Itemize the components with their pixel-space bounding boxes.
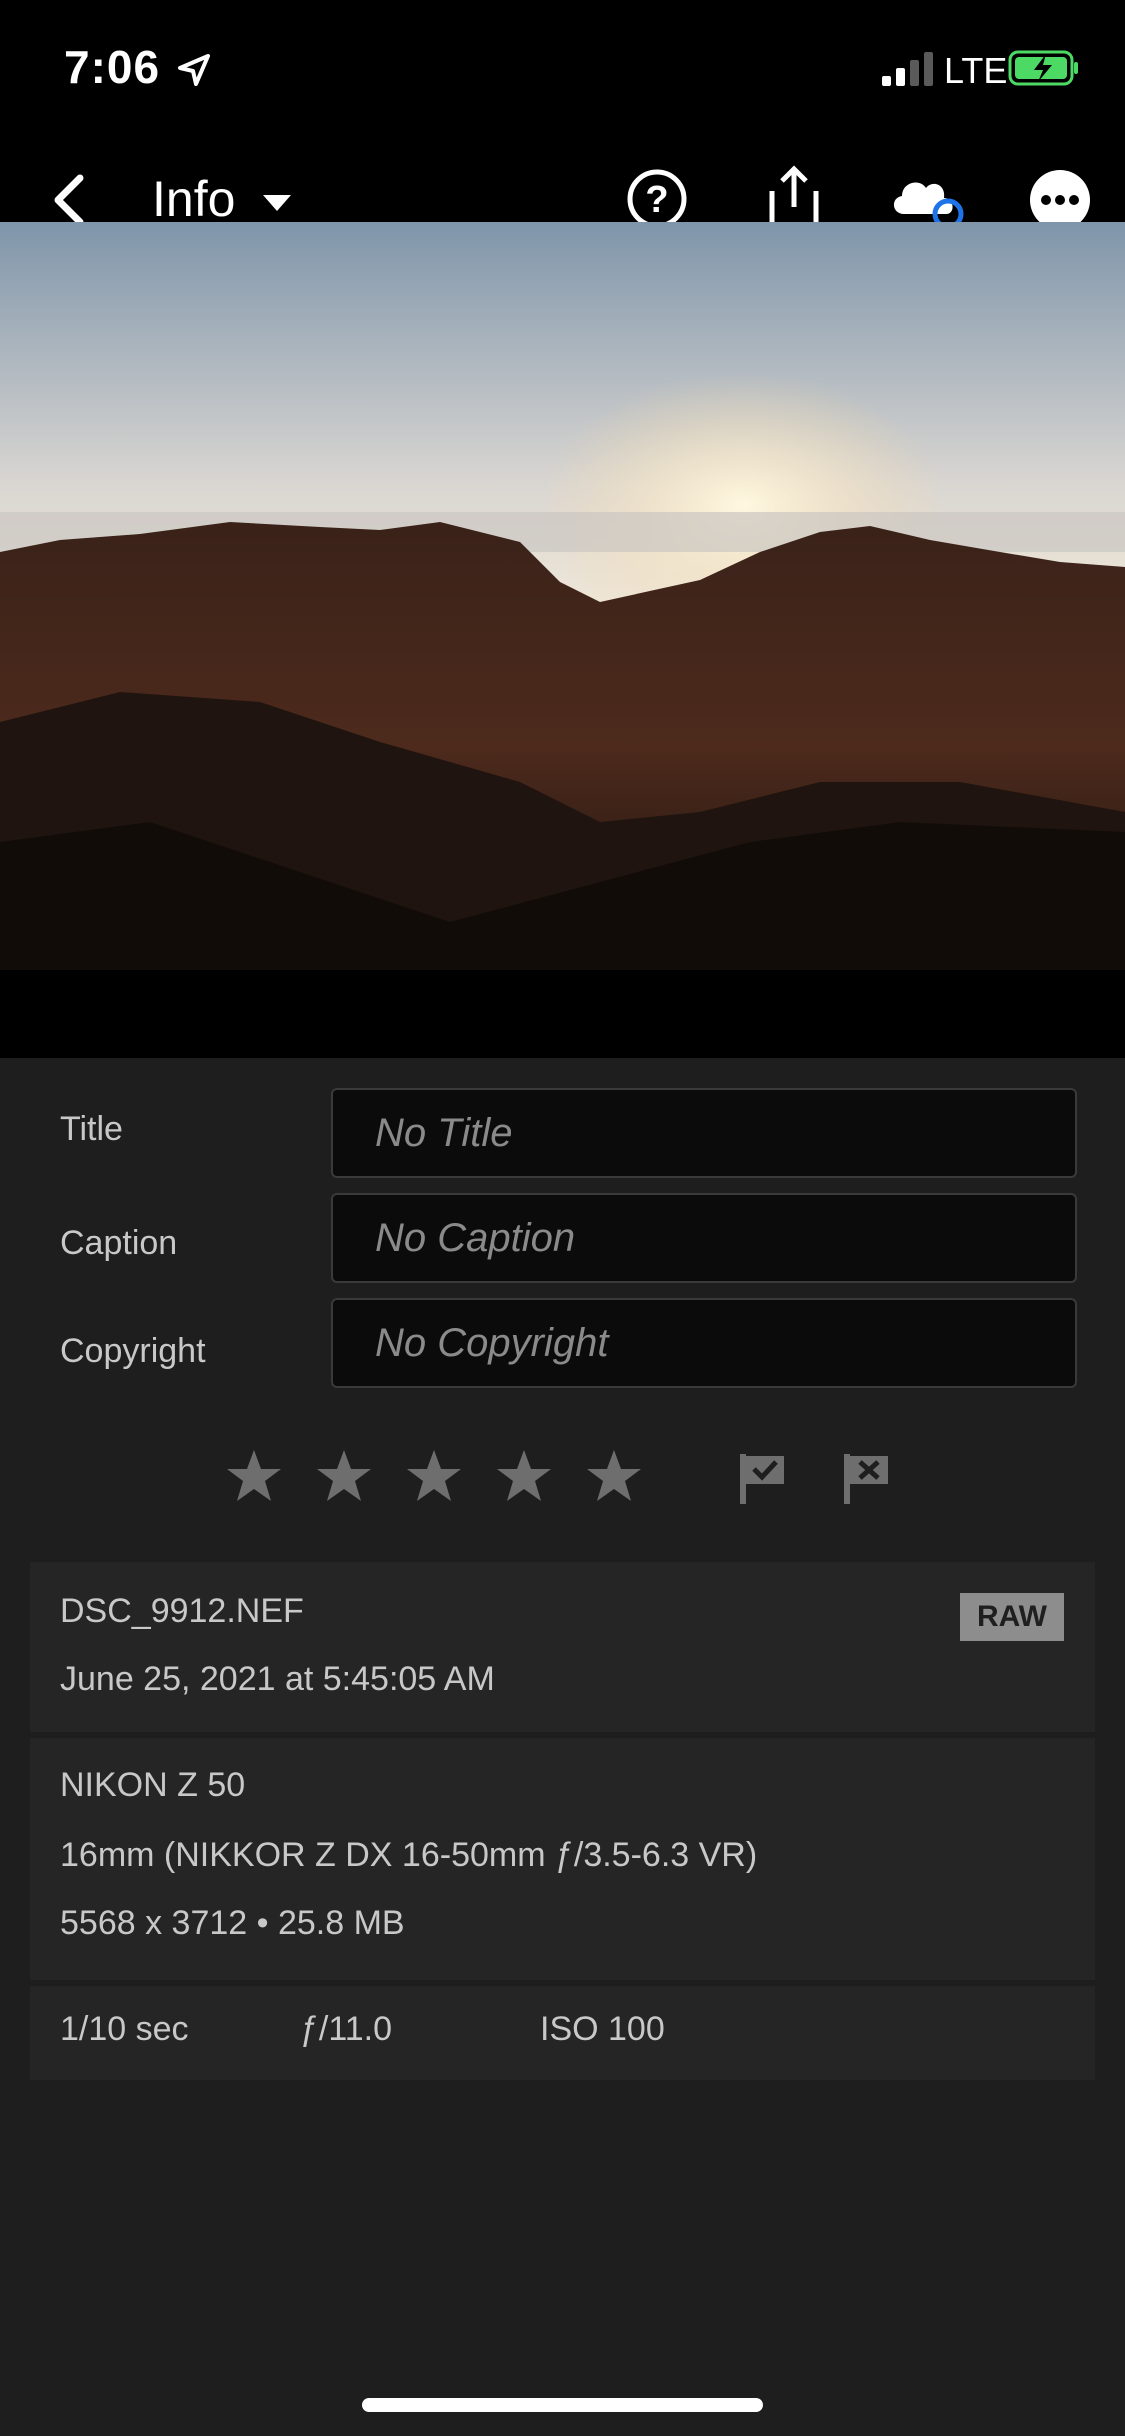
share-icon (769, 165, 819, 228)
reject-flag-icon[interactable] (842, 1452, 892, 1506)
share-button[interactable] (762, 163, 826, 231)
status-time: 7:06 (64, 41, 161, 93)
battery-charging-icon (1008, 50, 1078, 86)
pick-flag-icon[interactable] (738, 1452, 788, 1506)
location-arrow-icon (178, 54, 210, 86)
photo-letterbox (0, 970, 1125, 1058)
info-title-dropdown[interactable]: Info (152, 170, 293, 228)
home-indicator[interactable] (362, 2398, 763, 2412)
lens-info: 16mm (NIKKOR Z DX 16-50mm ƒ/3.5-6.3 VR) (60, 1836, 758, 1874)
svg-text:?: ? (645, 179, 668, 221)
star-rating-1[interactable] (225, 1448, 283, 1504)
chevron-left-icon (54, 174, 84, 226)
camera-model: NIKON Z 50 (60, 1766, 246, 1804)
caption-placeholder: No Caption (375, 1215, 576, 1260)
star-rating-5[interactable] (585, 1448, 643, 1504)
capture-date: June 25, 2021 at 5:45:05 AM (60, 1660, 495, 1698)
file-name: DSC_9912.NEF (60, 1592, 304, 1630)
raw-badge: RAW (960, 1593, 1064, 1641)
copyright-label: Copyright (60, 1332, 206, 1370)
help-icon: ? (627, 169, 687, 229)
page-title: Info (152, 171, 236, 227)
title-placeholder: No Title (375, 1110, 513, 1155)
image-dimensions: 5568 x 3712 • 25.8 MB (60, 1904, 405, 1942)
star-rating-3[interactable] (405, 1448, 463, 1504)
star-rating-4[interactable] (495, 1448, 553, 1504)
iso: ISO 100 (540, 2010, 665, 2048)
caption-label: Caption (60, 1224, 178, 1262)
shutter-speed: 1/10 sec (60, 2010, 189, 2048)
signal-icon (882, 52, 933, 86)
title-field[interactable]: No Title (331, 1088, 1077, 1178)
star-rating-2[interactable] (315, 1448, 373, 1504)
help-button[interactable]: ? (626, 168, 688, 230)
file-info-card (30, 1562, 1095, 1732)
aperture: ƒ/11.0 (300, 2010, 393, 2048)
caption-field[interactable]: No Caption (331, 1193, 1077, 1283)
network-type: LTE (944, 50, 1008, 91)
copyright-placeholder: No Copyright (375, 1320, 609, 1365)
photo-preview[interactable] (0, 222, 1125, 970)
copyright-field[interactable]: No Copyright (331, 1298, 1077, 1388)
caret-down-icon (263, 194, 292, 211)
back-button[interactable] (40, 170, 100, 230)
title-label: Title (60, 1110, 123, 1148)
